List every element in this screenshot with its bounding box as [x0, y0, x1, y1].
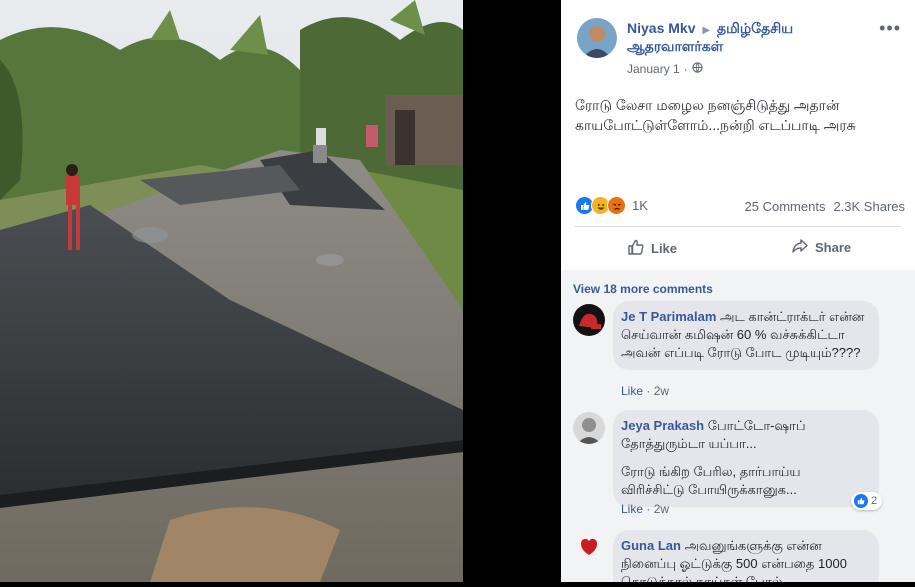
comment-time[interactable]: 2w — [654, 502, 669, 516]
post-counts: 25 Comments 2.3K Shares — [745, 199, 905, 214]
comment-like-link[interactable]: Like — [621, 502, 643, 516]
comment-like-link[interactable]: Like — [621, 384, 643, 398]
comment-text-continued: ரோடு ங்கிற பேரில, தார்பாய்ய விரிச்சிட்டு… — [621, 464, 801, 497]
group-name[interactable]: தமிழ்தேசிய — [717, 20, 793, 36]
commenter-avatar[interactable] — [573, 412, 605, 444]
more-options-icon[interactable]: ••• — [879, 18, 901, 39]
share-button[interactable]: Share — [791, 238, 851, 257]
comment-time[interactable]: 2w — [654, 384, 669, 398]
road-photo-image — [0, 0, 463, 582]
comment-bubble: Guna Lan அவனுங்களுக்கு என்ன நினைப்பு ஓட்… — [613, 530, 879, 582]
post-header: Niyas Mkv ▶ தமிழ்தேசிய — [627, 20, 793, 39]
commenter-name[interactable]: Je T Parimalam — [621, 309, 716, 324]
comment-reaction-badge[interactable]: 2 — [851, 492, 883, 510]
group-name-line2[interactable]: ஆதரவாளர்கள் — [627, 38, 723, 57]
shares-count[interactable]: 2.3K Shares — [833, 199, 905, 214]
comment-meta: Like · 2w — [621, 384, 670, 398]
post-photo[interactable] — [0, 0, 463, 582]
view-more-comments-link[interactable]: View 18 more comments — [573, 282, 713, 296]
post-text: ரோடு லேசா மழைல நனஞ்சிடுத்து அதான் காயபோட… — [575, 97, 856, 133]
like-button[interactable]: Like — [627, 238, 677, 259]
angry-reaction-icon — [607, 196, 626, 215]
comment-meta: Like · 2w — [621, 502, 670, 516]
reactions-count: 1K — [632, 198, 648, 213]
comment-bubble: Jeya Prakash போட்டோ-ஷாப் தோத்துரும்டா யப… — [613, 410, 879, 507]
divider — [575, 226, 901, 227]
share-arrow-icon — [791, 238, 809, 257]
author-avatar[interactable] — [577, 18, 617, 58]
commenter-avatar[interactable] — [573, 530, 605, 562]
post-meta: January 1 · — [627, 62, 703, 76]
author-name[interactable]: Niyas Mkv — [627, 20, 695, 36]
comments-count[interactable]: 25 Comments — [745, 199, 826, 214]
post-date[interactable]: January 1 — [627, 62, 680, 76]
thumbs-up-icon — [627, 238, 645, 259]
globe-icon — [692, 62, 703, 76]
like-reaction-icon — [854, 494, 868, 508]
share-label: Share — [815, 240, 852, 255]
comment-bubble: Je T Parimalam அட கான்ட்ராக்டர் என்ன செய… — [613, 301, 879, 370]
commenter-avatar[interactable] — [573, 304, 605, 336]
commenter-name[interactable]: Jeya Prakash — [621, 418, 704, 433]
like-label: Like — [651, 241, 678, 256]
reactions-summary[interactable]: 1K — [575, 196, 648, 215]
comment-reaction-count: 2 — [871, 495, 878, 507]
commenter-name[interactable]: Guna Lan — [621, 538, 681, 553]
post-panel: Niyas Mkv ▶ தமிழ்தேசிய ஆதரவாளர்கள் Janua… — [561, 0, 915, 582]
arrow-right-icon: ▶ — [702, 25, 711, 36]
